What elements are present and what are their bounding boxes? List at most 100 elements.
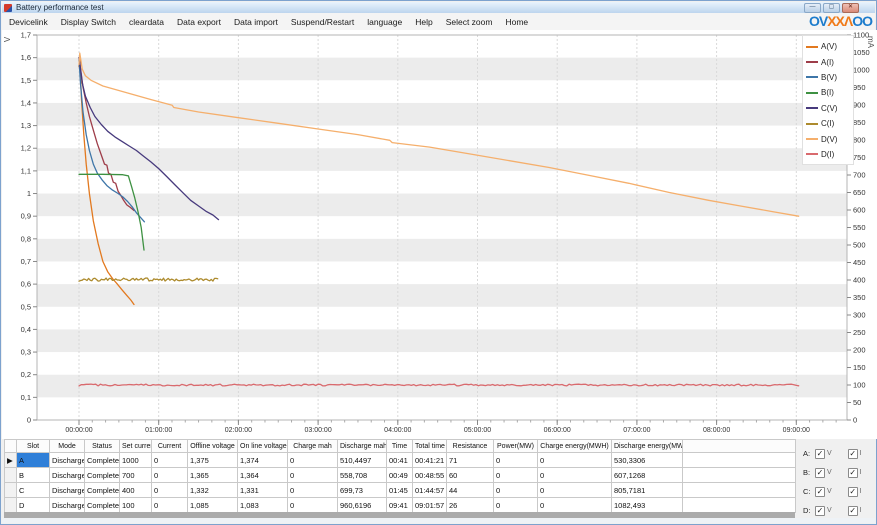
table-cell[interactable]: 0 xyxy=(494,468,538,483)
table-cell[interactable]: 1000 xyxy=(120,453,152,468)
table-cell[interactable]: Complete xyxy=(85,453,120,468)
table-cell[interactable]: C xyxy=(17,483,50,498)
table-cell[interactable]: 01:45 xyxy=(387,483,413,498)
table-cell[interactable]: 0 xyxy=(288,483,338,498)
table-cell[interactable]: 699,73 xyxy=(338,483,387,498)
menu-item-select-zoom[interactable]: Select zoom xyxy=(441,15,498,29)
menu-item-language[interactable]: language xyxy=(362,15,407,29)
menu-item-help[interactable]: Help xyxy=(410,15,437,29)
maximize-button[interactable]: ▢ xyxy=(823,3,840,13)
menu-item-suspend-restart[interactable]: Suspend/Restart xyxy=(286,15,359,29)
table-cell[interactable]: 100 xyxy=(120,498,152,513)
minimize-button[interactable]: — xyxy=(804,3,821,13)
table-header-cell[interactable]: Discharge energy(MWH) xyxy=(612,440,683,453)
table-cell[interactable]: 09:41 xyxy=(387,498,413,513)
table-cell[interactable]: 0 xyxy=(538,453,612,468)
table-cell[interactable]: 01:44:57 xyxy=(413,483,447,498)
checkbox-A-I[interactable]: ✓ xyxy=(848,449,858,459)
table-cell[interactable]: 00:41 xyxy=(387,453,413,468)
checkbox-D-V[interactable]: ✓ xyxy=(815,506,825,516)
table-cell[interactable]: 0 xyxy=(288,468,338,483)
table-cell[interactable]: 700 xyxy=(120,468,152,483)
table-cell[interactable]: 0 xyxy=(494,498,538,513)
table-cell[interactable]: 60 xyxy=(447,468,494,483)
menu-item-display-switch[interactable]: Display Switch xyxy=(56,15,121,29)
table-header-cell[interactable]: Discharge mah xyxy=(338,440,387,453)
table-cell[interactable]: 510,4497 xyxy=(338,453,387,468)
menu-item-data-export[interactable]: Data export xyxy=(172,15,226,29)
table-header-cell[interactable]: Current xyxy=(152,440,188,453)
table-cell[interactable]: D xyxy=(17,498,50,513)
table-header-cell[interactable]: Charge mah xyxy=(288,440,338,453)
table-cell[interactable]: 400 xyxy=(120,483,152,498)
table-header-cell[interactable]: Mode xyxy=(50,440,85,453)
table-cell[interactable]: 1,364 xyxy=(238,468,288,483)
table-cell[interactable]: 1,331 xyxy=(238,483,288,498)
table-cell[interactable]: 0 xyxy=(152,453,188,468)
table-cell[interactable]: 0 xyxy=(494,453,538,468)
table-cell[interactable]: 1,083 xyxy=(238,498,288,513)
table-cell[interactable]: 00:48:55 xyxy=(413,468,447,483)
table-cell[interactable]: 1082,493 xyxy=(612,498,683,513)
checkbox-D-I[interactable]: ✓ xyxy=(848,506,858,516)
table-cell[interactable]: 1,365 xyxy=(188,468,238,483)
table-cell[interactable]: 1,374 xyxy=(238,453,288,468)
checkbox-C-V[interactable]: ✓ xyxy=(815,487,825,497)
table-cell[interactable]: 09:01:57 xyxy=(413,498,447,513)
checkbox-C-I[interactable]: ✓ xyxy=(848,487,858,497)
table-header-cell[interactable]: Total time xyxy=(413,440,447,453)
checkbox-A-V[interactable]: ✓ xyxy=(815,449,825,459)
table-cell[interactable]: 0 xyxy=(288,453,338,468)
table-cell[interactable]: 1,085 xyxy=(188,498,238,513)
table-cell[interactable]: Complete xyxy=(85,483,120,498)
checkbox-B-V[interactable]: ✓ xyxy=(815,468,825,478)
table-cell[interactable]: 00:41:21 xyxy=(413,453,447,468)
table-cell[interactable]: 00:49 xyxy=(387,468,413,483)
table-header-cell[interactable]: Offline voltage xyxy=(188,440,238,453)
table-header-cell[interactable]: Slot xyxy=(17,440,50,453)
table-cell[interactable]: 1,375 xyxy=(188,453,238,468)
table-cell[interactable]: Discharge xyxy=(50,468,85,483)
table-header-cell[interactable] xyxy=(683,440,796,453)
table-cell[interactable]: 26 xyxy=(447,498,494,513)
table-cell[interactable]: 1,332 xyxy=(188,483,238,498)
table-cell[interactable] xyxy=(683,453,796,468)
table-header-cell[interactable]: Time xyxy=(387,440,413,453)
checkbox-B-I[interactable]: ✓ xyxy=(848,468,858,478)
menu-item-cleardata[interactable]: cleardata xyxy=(124,15,169,29)
table-cell[interactable] xyxy=(683,498,796,513)
table-cell[interactable]: 0 xyxy=(152,498,188,513)
table-header-cell[interactable]: Set current xyxy=(120,440,152,453)
table-cell[interactable]: 71 xyxy=(447,453,494,468)
table-cell[interactable]: 0 xyxy=(152,468,188,483)
table-cell[interactable]: Complete xyxy=(85,498,120,513)
table-cell[interactable]: A xyxy=(17,453,50,468)
table-header-cell[interactable]: On line voltage xyxy=(238,440,288,453)
table-cell[interactable]: 0 xyxy=(152,483,188,498)
table-cell[interactable]: 44 xyxy=(447,483,494,498)
table-header-cell[interactable]: Status xyxy=(85,440,120,453)
table-header-cell[interactable]: Resistance xyxy=(447,440,494,453)
close-button[interactable]: ✕ xyxy=(842,3,859,13)
table-cell[interactable]: 960,6196 xyxy=(338,498,387,513)
table-cell[interactable]: 0 xyxy=(538,468,612,483)
table-header-cell[interactable]: Power(MW) xyxy=(494,440,538,453)
table-cell[interactable]: 530,3306 xyxy=(612,453,683,468)
table-cell[interactable]: Discharge xyxy=(50,498,85,513)
table-cell[interactable]: Discharge xyxy=(50,483,85,498)
menu-item-data-import[interactable]: Data import xyxy=(229,15,283,29)
table-cell[interactable]: 607,1268 xyxy=(612,468,683,483)
table-cell[interactable]: 558,708 xyxy=(338,468,387,483)
menu-item-home[interactable]: Home xyxy=(500,15,533,29)
table-cell[interactable]: 0 xyxy=(538,498,612,513)
table-cell[interactable]: Discharge xyxy=(50,453,85,468)
table-cell[interactable]: 0 xyxy=(538,483,612,498)
table-header-cell[interactable]: Charge energy(MWH) xyxy=(538,440,612,453)
table-cell[interactable]: 0 xyxy=(288,498,338,513)
table-cell[interactable] xyxy=(683,468,796,483)
table-cell[interactable]: 805,7181 xyxy=(612,483,683,498)
table-cell[interactable] xyxy=(683,483,796,498)
table-cell[interactable]: B xyxy=(17,468,50,483)
table-cell[interactable]: Complete xyxy=(85,468,120,483)
table-cell[interactable]: 0 xyxy=(494,483,538,498)
